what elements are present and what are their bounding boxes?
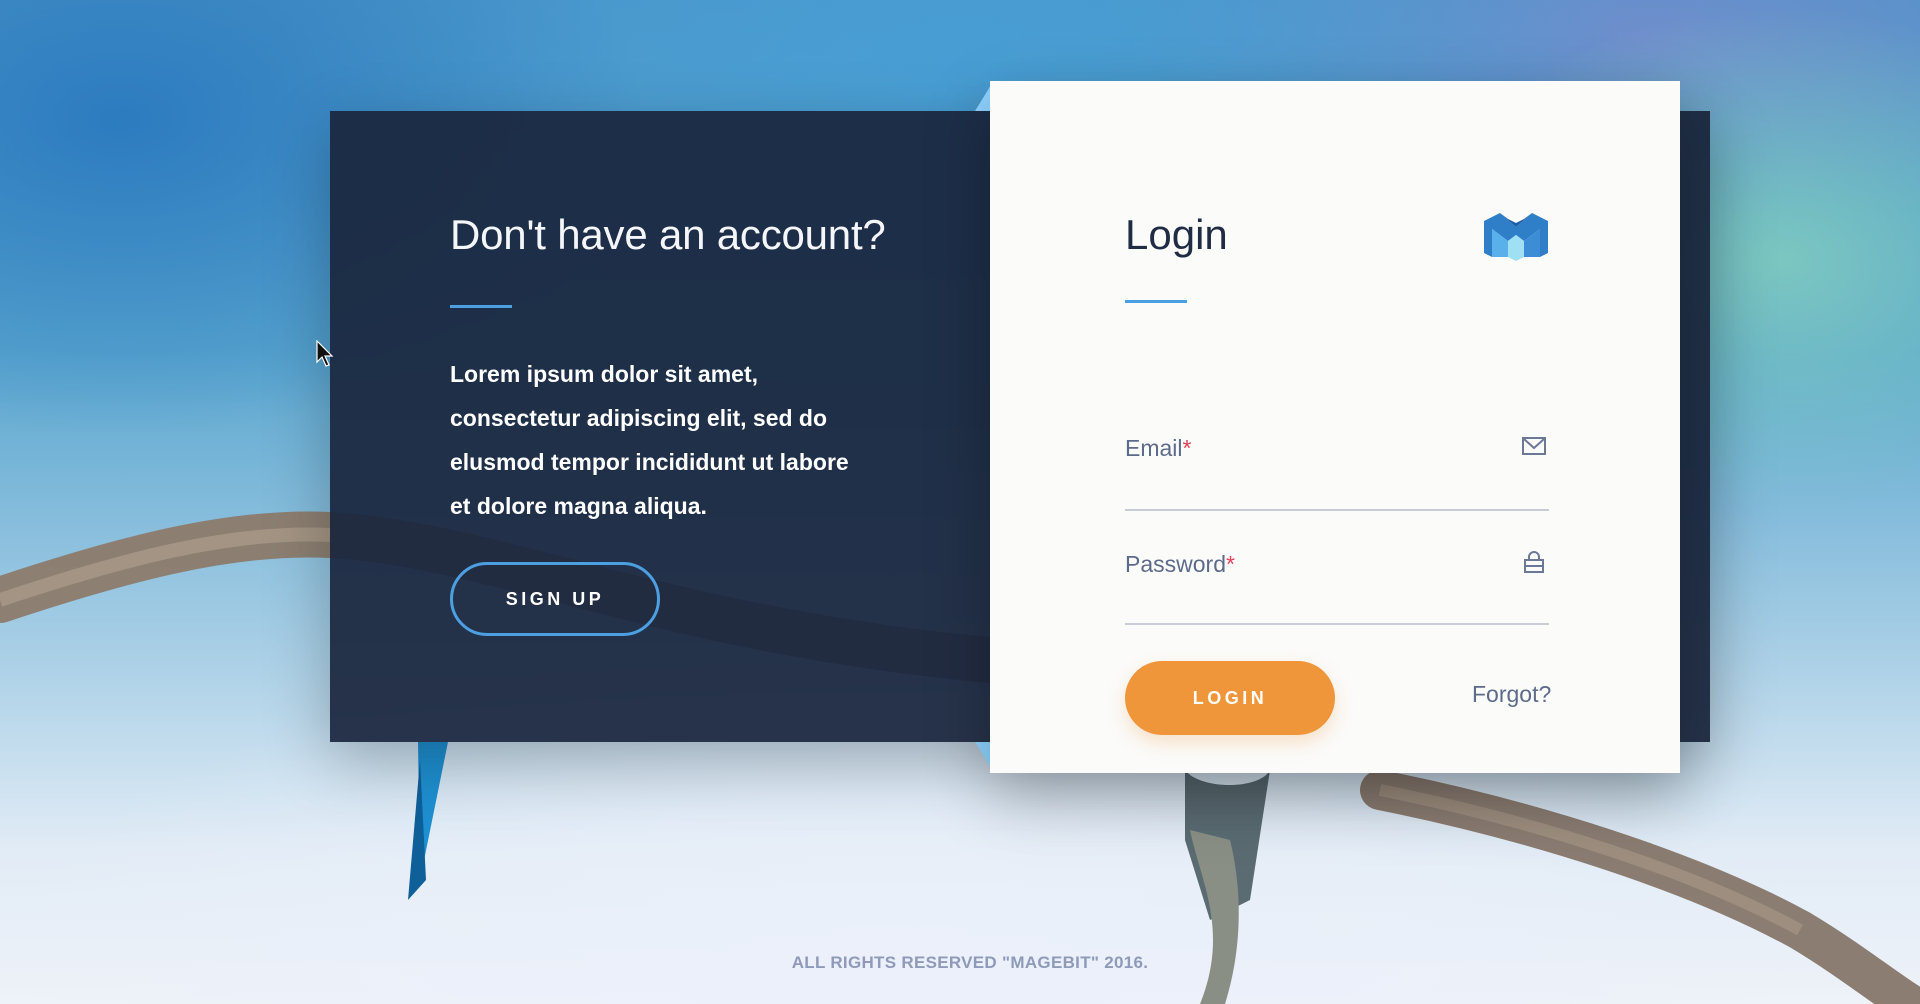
accent-triangle-top — [975, 85, 991, 111]
heading-underline — [450, 305, 512, 308]
accent-triangle-bottom — [975, 742, 991, 768]
signup-button[interactable]: SIGN UP — [450, 562, 660, 636]
forgot-password-link[interactable]: Forgot? — [1472, 681, 1551, 708]
login-title: Login — [1125, 211, 1228, 258]
password-label-text: Password — [1125, 551, 1226, 577]
signup-heading: Don't have an account? — [450, 211, 886, 258]
email-label: Email* — [1125, 435, 1191, 462]
email-input[interactable] — [1125, 473, 1505, 503]
magebit-logo-icon — [1484, 213, 1548, 261]
password-input[interactable] — [1125, 587, 1505, 617]
signup-panel: Don't have an account? Lorem ipsum dolor… — [450, 205, 890, 636]
footer-copyright: ALL RIGHTS RESERVED "MAGEBIT" 2016. — [791, 953, 1149, 972]
mouse-cursor-icon — [316, 340, 334, 367]
password-label: Password* — [1125, 551, 1235, 578]
email-field-group: Email* — [1125, 415, 1549, 511]
login-title-underline — [1125, 300, 1187, 303]
password-required-mark: * — [1225, 551, 1235, 577]
email-required-mark: * — [1182, 435, 1192, 461]
password-field-group: Password* — [1125, 531, 1549, 625]
envelope-icon — [1522, 437, 1546, 455]
login-button[interactable]: LOGIN — [1125, 661, 1335, 735]
login-panel: Login Email* Password* LOGIN Forgot? — [990, 81, 1680, 773]
signup-description: Lorem ipsum dolor sit amet, consectetur … — [450, 361, 849, 519]
email-label-text: Email — [1125, 435, 1183, 461]
lock-icon — [1524, 551, 1544, 573]
